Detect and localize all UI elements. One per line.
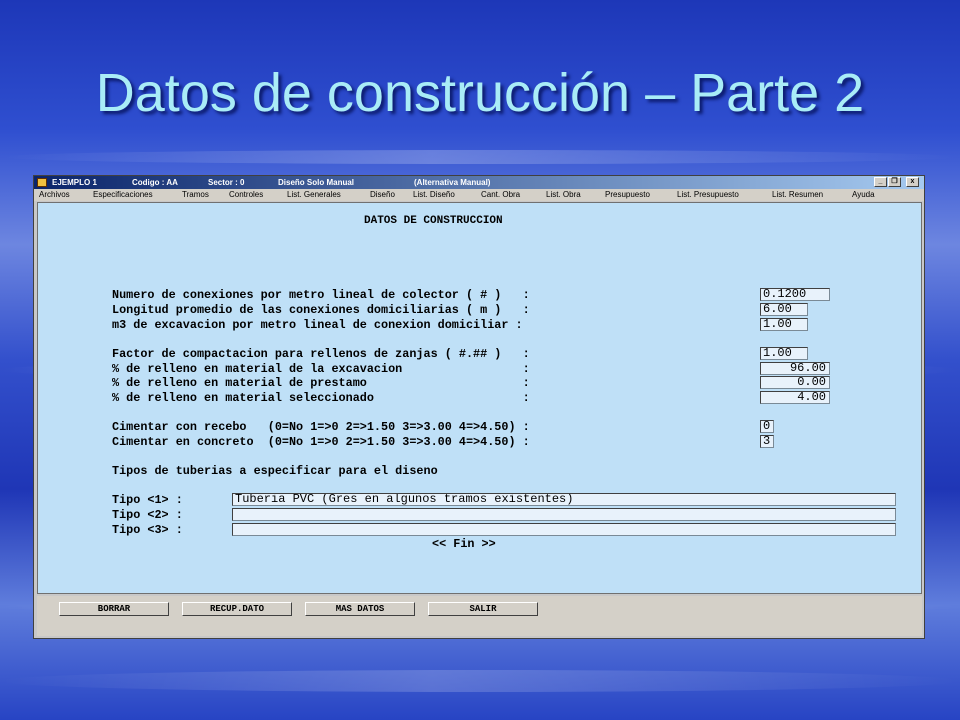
menu-bar: Archivos Especificaciones Tramos Control… — [34, 189, 924, 201]
menu-archivos[interactable]: Archivos — [39, 189, 70, 201]
tipo-3-label: Tipo <3> : — [112, 523, 183, 537]
tipo-3-input[interactable] — [232, 523, 896, 536]
menu-diseno[interactable]: Diseño — [370, 189, 395, 201]
tipos-heading: Tipos de tuberias a especificar para el … — [112, 464, 438, 478]
longitud-conexiones-input[interactable]: 6.00 — [760, 303, 808, 316]
form-panel: DATOS DE CONSTRUCCION Numero de conexion… — [37, 202, 922, 594]
menu-list-diseno[interactable]: List. Diseño — [413, 189, 455, 201]
title-alternative: (Alternativa Manual) — [414, 178, 491, 187]
tipo-1-label: Tipo <1> : — [112, 493, 183, 507]
relleno-prestamo-input[interactable]: 0.00 — [760, 376, 830, 389]
menu-list-generales[interactable]: List. Generales — [287, 189, 341, 201]
application-window: EJEMPLO 1 Codigo : AA Sector : 0 Diseño … — [33, 175, 925, 639]
factor-compactacion-input[interactable]: 1.00 — [760, 347, 808, 360]
salir-button[interactable]: SALIR — [428, 602, 538, 616]
tipo-2-label: Tipo <2> : — [112, 508, 183, 522]
field-label-excavacion: m3 de excavacion por metro lineal de con… — [112, 318, 523, 332]
menu-controles[interactable]: Controles — [229, 189, 263, 201]
title-code: Codigo : AA — [132, 178, 178, 187]
relleno-excavacion-input[interactable]: 96.00 — [760, 362, 830, 375]
field-label-relleno-excavacion: % de relleno en material de la excavacio… — [112, 362, 530, 376]
menu-list-presupuesto[interactable]: List. Presupuesto — [677, 189, 739, 201]
field-label-compactacion: Factor de compactacion para rellenos de … — [112, 347, 530, 361]
menu-list-obra[interactable]: List. Obra — [546, 189, 581, 201]
slide-title: Datos de construcción – Parte 2 — [95, 63, 865, 123]
cimentar-recebo-input[interactable]: 0 — [760, 420, 774, 433]
excavacion-conexion-input[interactable]: 1.00 — [760, 318, 808, 331]
field-label-relleno-prestamo: % de relleno en material de prestamo : — [112, 376, 530, 390]
field-label-relleno-seleccionado: % de relleno en material seleccionado : — [112, 391, 530, 405]
field-label-longitud: Longitud promedio de las conexiones domi… — [112, 303, 530, 317]
conexiones-por-metro-input[interactable]: 0.1200 — [760, 288, 830, 301]
tipo-2-input[interactable] — [232, 508, 896, 521]
field-label-cimentar-recebo: Cimentar con recebo (0=No 1=>0 2=>1.50 3… — [112, 420, 530, 434]
menu-ayuda[interactable]: Ayuda — [852, 189, 875, 201]
title-project: EJEMPLO 1 — [52, 178, 97, 187]
window-titlebar[interactable]: EJEMPLO 1 Codigo : AA Sector : 0 Diseño … — [34, 176, 924, 189]
fin-link[interactable]: << Fin >> — [432, 537, 496, 551]
close-button[interactable]: x — [906, 177, 919, 187]
title-design: Diseño Solo Manual — [278, 178, 355, 187]
tipo-1-input[interactable]: Tuberia PVC (Gres en algunos tramos exis… — [232, 493, 896, 506]
relleno-seleccionado-input[interactable]: 4.00 — [760, 391, 830, 404]
form-heading: DATOS DE CONSTRUCCION — [364, 215, 503, 227]
mas-datos-button[interactable]: MAS DATOS — [305, 602, 415, 616]
menu-especificaciones[interactable]: Especificaciones — [93, 189, 153, 201]
recup-dato-button[interactable]: RECUP.DATO — [182, 602, 292, 616]
borrar-button[interactable]: BORRAR — [59, 602, 169, 616]
menu-tramos[interactable]: Tramos — [182, 189, 209, 201]
menu-cant-obra[interactable]: Cant. Obra — [481, 189, 520, 201]
menu-presupuesto[interactable]: Presupuesto — [605, 189, 650, 201]
cimentar-concreto-input[interactable]: 3 — [760, 435, 774, 448]
minimize-button[interactable]: _ — [874, 177, 887, 187]
menu-list-resumen[interactable]: List. Resumen — [772, 189, 823, 201]
field-label-cimentar-concreto: Cimentar en concreto (0=No 1=>0 2=>1.50 … — [112, 435, 530, 449]
restore-button[interactable]: ❐ — [888, 177, 901, 187]
title-sector: Sector : 0 — [208, 178, 245, 187]
button-bar: BORRAR RECUP.DATO MAS DATOS SALIR — [37, 596, 922, 636]
field-label-conexiones: Numero de conexiones por metro lineal de… — [112, 288, 530, 302]
app-icon — [37, 178, 47, 187]
